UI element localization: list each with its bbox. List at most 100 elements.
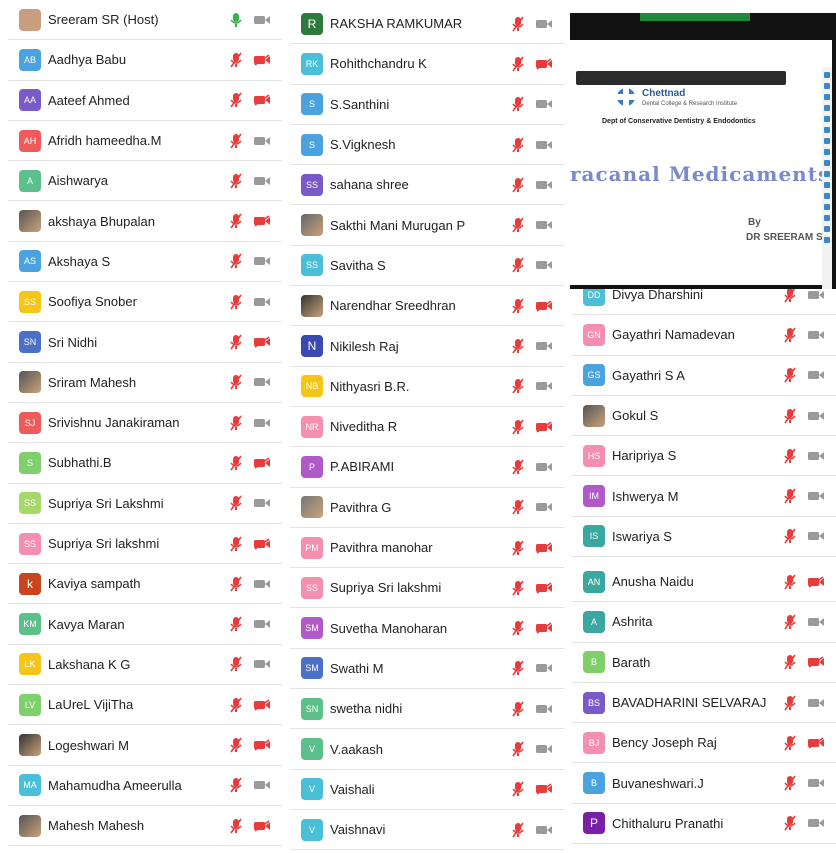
- participant-row[interactable]: SS Supriya Sri lakshmi: [8, 523, 282, 565]
- video-camera-off-icon[interactable]: [252, 51, 272, 69]
- video-camera-icon[interactable]: [252, 776, 272, 794]
- participant-row[interactable]: SS Supriya Sri lakshmi: [290, 568, 564, 609]
- video-camera-off-icon[interactable]: [252, 535, 272, 553]
- participant-row[interactable]: B Barath: [572, 642, 836, 683]
- microphone-muted-icon[interactable]: [226, 655, 246, 673]
- participant-row[interactable]: SM Swathi M: [290, 648, 564, 690]
- microphone-muted-icon[interactable]: [780, 527, 800, 545]
- participant-row[interactable]: SS Supriya Sri Lakshmi: [8, 483, 282, 524]
- participant-row[interactable]: AA Aateef Ahmed: [8, 80, 282, 121]
- microphone-muted-icon[interactable]: [226, 172, 246, 190]
- microphone-muted-icon[interactable]: [508, 256, 528, 274]
- microphone-muted-icon[interactable]: [226, 91, 246, 109]
- microphone-muted-icon[interactable]: [780, 694, 800, 712]
- participant-row[interactable]: Sakthi Mani Murugan P: [290, 205, 564, 246]
- video-camera-off-icon[interactable]: [534, 539, 554, 557]
- participant-row[interactable]: V Vaishali: [290, 769, 564, 810]
- microphone-muted-icon[interactable]: [508, 95, 528, 113]
- participant-row[interactable]: V Vaishnavi: [290, 810, 564, 851]
- participant-row[interactable]: SM Suvetha Manoharan: [290, 608, 564, 649]
- video-camera-icon[interactable]: [806, 613, 826, 631]
- participant-row[interactable]: AS Akshaya S: [8, 241, 282, 283]
- microphone-muted-icon[interactable]: [508, 619, 528, 637]
- microphone-muted-icon[interactable]: [226, 293, 246, 311]
- microphone-muted-icon[interactable]: [780, 653, 800, 671]
- participant-row[interactable]: PM Pavithra manohar: [290, 527, 564, 569]
- video-camera-icon[interactable]: [806, 814, 826, 832]
- video-camera-off-icon[interactable]: [806, 573, 826, 591]
- video-camera-icon[interactable]: [252, 615, 272, 633]
- microphone-muted-icon[interactable]: [226, 212, 246, 230]
- microphone-muted-icon[interactable]: [508, 176, 528, 194]
- microphone-muted-icon[interactable]: [780, 573, 800, 591]
- participant-row[interactable]: KM Kavya Maran: [8, 604, 282, 645]
- video-camera-icon[interactable]: [806, 527, 826, 545]
- video-camera-icon[interactable]: [534, 377, 554, 395]
- microphone-muted-icon[interactable]: [226, 454, 246, 472]
- video-camera-icon[interactable]: [252, 11, 272, 29]
- video-camera-off-icon[interactable]: [534, 297, 554, 315]
- video-camera-icon[interactable]: [534, 95, 554, 113]
- video-camera-icon[interactable]: [806, 407, 826, 425]
- microphone-muted-icon[interactable]: [508, 15, 528, 33]
- microphone-muted-icon[interactable]: [226, 575, 246, 593]
- video-camera-icon[interactable]: [534, 458, 554, 476]
- video-camera-icon[interactable]: [534, 659, 554, 677]
- video-camera-off-icon[interactable]: [252, 212, 272, 230]
- participant-row[interactable]: IS Iswariya S: [572, 516, 836, 558]
- microphone-muted-icon[interactable]: [508, 55, 528, 73]
- video-camera-icon[interactable]: [252, 252, 272, 270]
- video-camera-icon[interactable]: [806, 774, 826, 792]
- participant-row[interactable]: IM Ishwerya M: [572, 476, 836, 517]
- participant-row[interactable]: Narendhar Sreedhran: [290, 286, 564, 327]
- participant-row[interactable]: V V.aakash: [290, 729, 564, 770]
- participant-row[interactable]: Logeshwari M: [8, 725, 282, 766]
- video-camera-icon[interactable]: [534, 256, 554, 274]
- participant-row[interactable]: BJ Bency Joseph Raj: [572, 723, 836, 764]
- participant-row[interactable]: A Ashrita: [572, 602, 836, 643]
- participant-row[interactable]: N Nikilesh Raj: [290, 326, 564, 367]
- video-camera-off-icon[interactable]: [252, 333, 272, 351]
- microphone-muted-icon[interactable]: [226, 615, 246, 633]
- video-camera-off-icon[interactable]: [534, 55, 554, 73]
- microphone-muted-icon[interactable]: [226, 373, 246, 391]
- video-camera-icon[interactable]: [806, 366, 826, 384]
- shared-screen[interactable]: Chettnad Dental College & Research Insti…: [570, 13, 836, 289]
- video-camera-icon[interactable]: [534, 15, 554, 33]
- participant-row[interactable]: P P.ABIRAMI: [290, 447, 564, 488]
- video-camera-icon[interactable]: [252, 655, 272, 673]
- video-camera-off-icon[interactable]: [806, 653, 826, 671]
- video-camera-off-icon[interactable]: [252, 454, 272, 472]
- video-camera-icon[interactable]: [252, 132, 272, 150]
- participant-row[interactable]: akshaya Bhupalan: [8, 201, 282, 242]
- video-camera-icon[interactable]: [252, 172, 272, 190]
- microphone-muted-icon[interactable]: [508, 821, 528, 839]
- microphone-muted-icon[interactable]: [226, 414, 246, 432]
- video-camera-icon[interactable]: [252, 414, 272, 432]
- microphone-muted-icon[interactable]: [226, 333, 246, 351]
- participant-row[interactable]: BS BAVADHARINI SELVARAJ: [572, 682, 836, 724]
- microphone-muted-icon[interactable]: [226, 817, 246, 835]
- participant-row[interactable]: Mahesh Mahesh: [8, 806, 282, 847]
- participant-row[interactable]: NB Nithyasri B.R.: [290, 366, 564, 407]
- microphone-muted-icon[interactable]: [780, 289, 800, 304]
- microphone-muted-icon[interactable]: [780, 814, 800, 832]
- video-camera-icon[interactable]: [534, 216, 554, 234]
- microphone-muted-icon[interactable]: [508, 136, 528, 154]
- microphone-muted-icon[interactable]: [226, 132, 246, 150]
- microphone-muted-icon[interactable]: [508, 700, 528, 718]
- microphone-muted-icon[interactable]: [508, 418, 528, 436]
- video-camera-off-icon[interactable]: [534, 619, 554, 637]
- microphone-muted-icon[interactable]: [508, 216, 528, 234]
- participant-row[interactable]: S S.Vigknesh: [290, 124, 564, 166]
- microphone-muted-icon[interactable]: [508, 740, 528, 758]
- participant-row[interactable]: Pavithra G: [290, 487, 564, 528]
- participant-row[interactable]: B Buvaneshwari.J: [572, 763, 836, 804]
- microphone-icon[interactable]: [226, 11, 246, 29]
- participant-row[interactable]: SJ Srivishnu Janakiraman: [8, 403, 282, 444]
- participant-row[interactable]: R RAKSHA RAMKUMAR: [290, 4, 564, 45]
- participant-row[interactable]: k Kaviya sampath: [8, 564, 282, 605]
- video-camera-icon[interactable]: [806, 326, 826, 344]
- participant-row[interactable]: SN Sri Nidhi: [8, 322, 282, 363]
- participant-row[interactable]: MA Mahamudha Ameerulla: [8, 765, 282, 806]
